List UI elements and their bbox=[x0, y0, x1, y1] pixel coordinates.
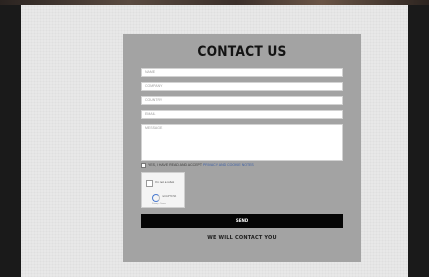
consent-row: YES, I HAVE READ AND ACCEPT PRIVACY AND … bbox=[141, 162, 254, 168]
recaptcha-checkbox[interactable] bbox=[146, 180, 153, 187]
recaptcha-label: I'm not a robot bbox=[155, 180, 175, 184]
message-textarea[interactable]: MESSAGE bbox=[141, 124, 343, 161]
privacy-link[interactable]: PRIVACY AND COOKIE NOTES bbox=[203, 163, 254, 167]
email-input[interactable]: EMAIL bbox=[141, 110, 343, 119]
contact-form-card: CONTACT US NAME COMPANY COUNTRY EMAIL ME… bbox=[123, 34, 361, 262]
recaptcha-terms-link[interactable]: Privacy - Terms bbox=[152, 203, 166, 205]
form-title: CONTACT US bbox=[197, 44, 287, 60]
recaptcha-widget: I'm not a robot reCAPTCHA Privacy - Term… bbox=[141, 172, 185, 208]
recaptcha-logo-icon bbox=[152, 194, 160, 202]
country-input[interactable]: COUNTRY bbox=[141, 96, 343, 105]
recaptcha-brand: reCAPTCHA bbox=[162, 195, 177, 198]
consent-checkbox[interactable] bbox=[141, 162, 146, 168]
consent-label: YES, I HAVE READ AND ACCEPT bbox=[148, 163, 202, 167]
page-background: CONTACT US NAME COMPANY COUNTRY EMAIL ME… bbox=[21, 5, 408, 277]
name-input[interactable]: NAME bbox=[141, 68, 343, 77]
contact-confirmation-note: WE WILL CONTACT YOU bbox=[207, 235, 277, 241]
company-input[interactable]: COMPANY bbox=[141, 82, 343, 91]
send-button[interactable]: SEND bbox=[141, 214, 343, 228]
